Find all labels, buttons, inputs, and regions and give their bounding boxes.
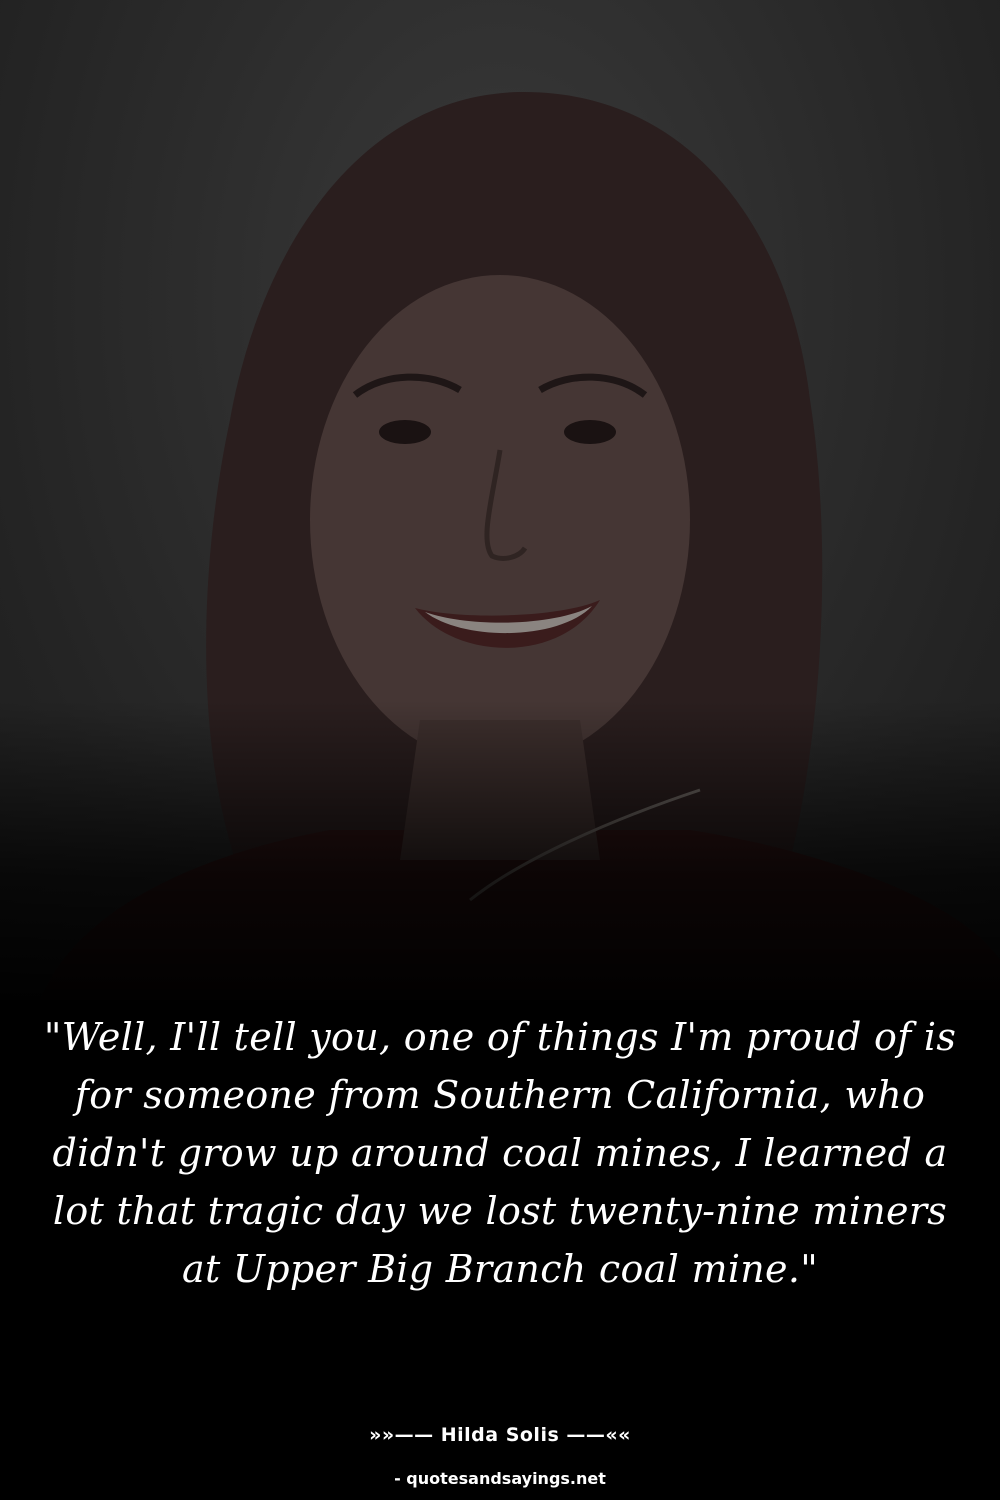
quote-text: "Well, I'll tell you, one of things I'm … <box>43 1015 957 1291</box>
bottom-fade-overlay <box>0 700 1000 1020</box>
face-shape <box>310 275 690 765</box>
right-eye <box>564 420 616 444</box>
quote-card: "Well, I'll tell you, one of things I'm … <box>0 0 1000 1500</box>
source-watermark: - quotesandsayings.net <box>394 1469 606 1488</box>
author-attribution: »»—— Hilda Solis ——«« <box>369 1424 631 1446</box>
left-eye <box>379 420 431 444</box>
